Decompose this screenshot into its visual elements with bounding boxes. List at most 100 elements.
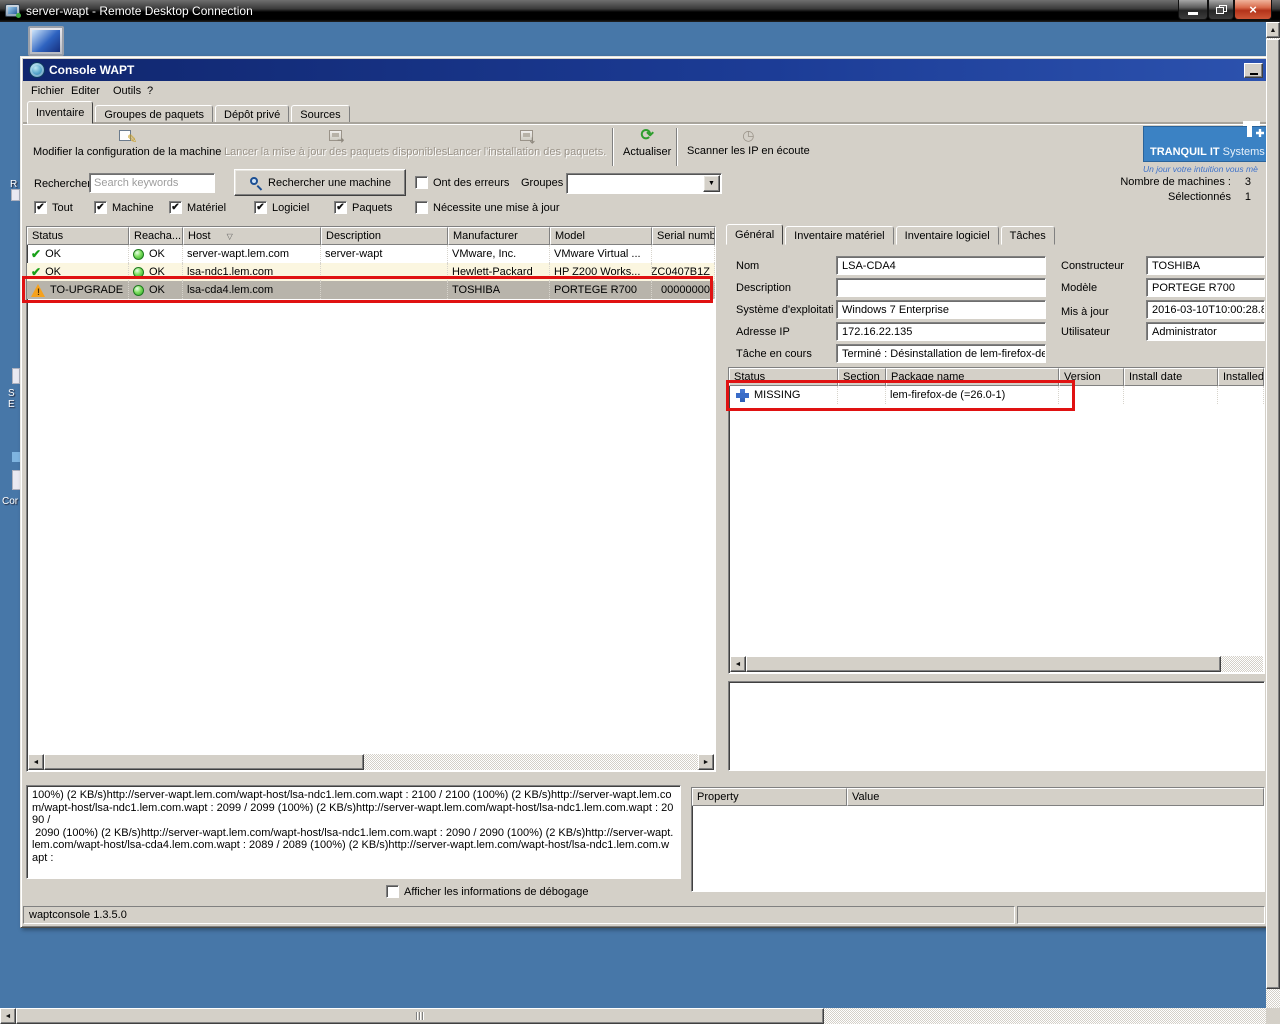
field-utilisateur[interactable]: Administrator [1146,322,1265,341]
field-label-os: Système d'exploitati [736,304,833,316]
scrollbar-track[interactable] [364,754,698,770]
scrollbar-thumb[interactable] [44,754,364,770]
column-header-description[interactable]: Description [321,227,448,245]
rdp-restore-button[interactable] [1208,0,1234,20]
scrollbar-thumb[interactable] [1266,39,1280,989]
scrollbar-track[interactable] [1221,656,1263,672]
desktop-computer-icon[interactable] [28,26,64,56]
field-description[interactable] [836,278,1046,297]
filter-label-machine: Machine [112,202,154,214]
desktop-icon-label-fragment: E [8,399,15,410]
toolbar-separator [612,128,614,166]
tab-sources[interactable]: Sources [291,105,349,124]
scroll-up-arrow-icon[interactable]: ▲ [1266,22,1280,38]
refresh-button[interactable]: ⟳ Actualiser [619,127,675,159]
column-header-serial[interactable]: Serial number [652,227,715,245]
field-nom[interactable]: LSA-CDA4 [836,256,1046,275]
filter-checkbox-needs-update[interactable] [415,201,428,214]
tab-taches[interactable]: Tâches [1001,226,1055,245]
sort-desc-icon: ▽ [227,232,233,241]
field-label-description: Description [736,282,832,294]
cell-pkg-installed-by [1218,386,1264,404]
reachable-dot-icon [133,249,144,260]
window-minimize-button[interactable] [1244,63,1263,78]
field-current-task[interactable]: Terminé : Désinstallation de lem-firefox… [836,344,1046,363]
machine-row[interactable]: ✔OK OK server-wapt.lem.com server-wapt V… [27,245,715,263]
filter-checkbox-tout[interactable]: ✔ [34,201,47,214]
scan-ip-button[interactable]: ◷ Scanner les IP en écoute [683,127,814,158]
menubar: Fichier Editer Outils ? [23,81,1267,101]
toolbar: ✎ Modifier la configuration de la machin… [23,124,1267,168]
statusbar-version: waptconsole 1.3.5.0 [23,906,1015,924]
console-wapt-window: Console WAPT Fichier Editer Outils ? Inv… [20,56,1268,928]
tab-general[interactable]: Général [726,224,783,245]
property-grid: Property Value [691,787,1265,892]
tab-inventaire-materiel[interactable]: Inventaire matériel [785,226,894,245]
column-header-pkg-installed-by[interactable]: Installed b [1218,368,1264,386]
annotation-highlight-package-row [726,380,1075,411]
filter-checkbox-materiel[interactable]: ✔ [169,201,182,214]
rdp-vertical-scrollbar[interactable]: ▲ [1266,22,1280,1008]
field-os[interactable]: Windows 7 Enterprise [836,300,1046,319]
column-header-host[interactable]: Host▽ [183,227,321,245]
field-ip[interactable]: 172.16.22.135 [836,322,1046,341]
field-mis-a-jour[interactable]: 2016-03-10T10:00:28.8 [1146,300,1265,319]
desktop-icon-fragment [12,452,20,462]
tab-groupes-de-paquets[interactable]: Groupes de paquets [95,105,213,124]
scrollbar-thumb[interactable] [746,656,1221,672]
rdp-minimize-button[interactable] [1178,0,1208,20]
window-titlebar[interactable]: Console WAPT [23,59,1267,81]
rdp-horizontal-scrollbar[interactable]: ◄ [0,1008,1266,1024]
package-detail-memo [728,681,1265,771]
field-label-current-task: Tâche en cours [736,348,832,360]
column-header-property[interactable]: Property [692,788,847,806]
column-header-model[interactable]: Model [550,227,652,245]
toolbar-separator [676,128,678,166]
machines-grid-hscrollbar[interactable]: ◄ ► [28,754,714,770]
filter-checkbox-machine[interactable]: ✔ [94,201,107,214]
scroll-left-arrow-icon[interactable]: ◄ [0,1008,16,1024]
menu-editer[interactable]: Editer [67,84,104,98]
logo-tagline: Un jour votre intuition vous mè [1143,164,1273,174]
groups-combobox[interactable]: ▼ [566,173,722,194]
refresh-icon: ⟳ [640,128,653,144]
menu-help[interactable]: ? [143,84,157,98]
column-header-pkg-install-date[interactable]: Install date [1124,368,1218,386]
filter-checkbox-paquets[interactable]: ✔ [334,201,347,214]
field-constructeur[interactable]: TOSHIBA [1146,256,1265,275]
minimize-icon [1250,73,1258,75]
field-label-utilisateur: Utilisateur [1061,326,1141,338]
cell-description: server-wapt [321,245,448,263]
column-header-reachable[interactable]: Reacha... [129,227,183,245]
machine-count-label: Nombre de machines : [1120,176,1231,188]
rdp-close-button[interactable]: × [1234,0,1272,20]
column-header-value[interactable]: Value [847,788,1264,806]
debug-info-checkbox[interactable] [386,885,399,898]
selected-count-value: 1 [1245,191,1251,203]
log-output[interactable]: 100%) (2 KB/s)http://server-wapt.lem.com… [26,785,681,879]
field-modele[interactable]: PORTEGE R700 [1146,278,1265,297]
search-input[interactable] [94,177,210,189]
tab-inventaire-logiciel[interactable]: Inventaire logiciel [896,226,999,245]
column-header-status[interactable]: Status [27,227,129,245]
tab-depot-prive[interactable]: Dépôt privé [215,105,289,124]
errors-checkbox[interactable] [415,176,428,189]
wapt-logo-icon [29,62,45,78]
chevron-down-icon[interactable]: ▼ [703,175,720,192]
scroll-left-arrow-icon[interactable]: ◄ [730,656,746,672]
menu-outils[interactable]: Outils [109,84,145,98]
packages-grid-hscrollbar[interactable]: ◄ [730,656,1263,672]
filter-label-tout: Tout [52,202,73,214]
column-header-manufacturer[interactable]: Manufacturer [448,227,550,245]
find-machine-button[interactable]: Rechercher une machine [234,169,406,196]
scroll-left-arrow-icon[interactable]: ◄ [28,754,44,770]
modify-machine-config-button[interactable]: ✎ Modifier la configuration de la machin… [29,127,225,159]
search-input-box [89,173,215,193]
scrollbar-thumb[interactable] [16,1008,824,1024]
filter-label-paquets: Paquets [352,202,392,214]
menu-fichier[interactable]: Fichier [27,84,68,98]
rdp-title: server-wapt - Remote Desktop Connection [26,4,253,18]
tab-inventaire[interactable]: Inventaire [27,101,93,124]
filter-checkbox-logiciel[interactable]: ✔ [254,201,267,214]
scroll-right-arrow-icon[interactable]: ► [698,754,714,770]
